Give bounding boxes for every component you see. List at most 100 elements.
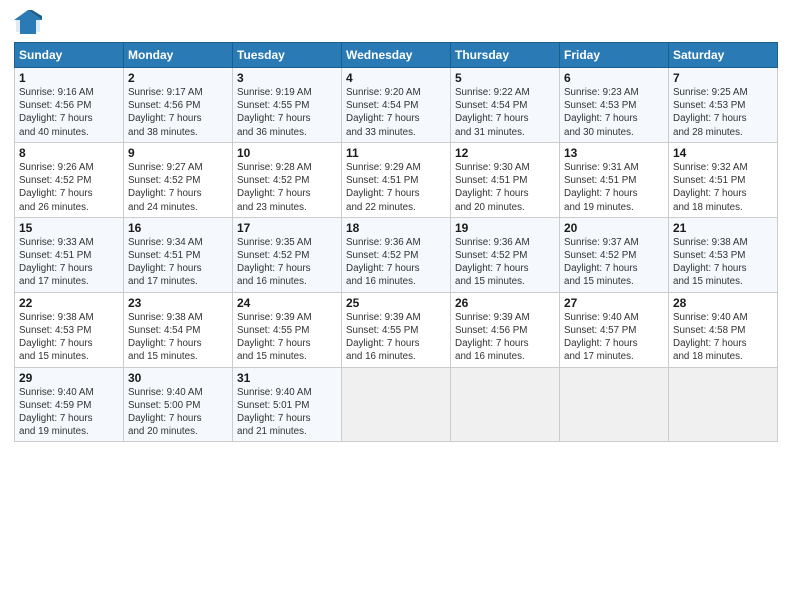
day-info: Sunrise: 9:35 AM Sunset: 4:52 PM Dayligh… bbox=[237, 236, 337, 289]
calendar-cell bbox=[669, 367, 778, 442]
day-number: 13 bbox=[564, 146, 664, 160]
day-number: 19 bbox=[455, 221, 555, 235]
day-number: 11 bbox=[346, 146, 446, 160]
day-info: Sunrise: 9:36 AM Sunset: 4:52 PM Dayligh… bbox=[455, 236, 555, 289]
calendar-cell: 3Sunrise: 9:19 AM Sunset: 4:55 PM Daylig… bbox=[233, 68, 342, 143]
calendar-cell: 22Sunrise: 9:38 AM Sunset: 4:53 PM Dayli… bbox=[15, 292, 124, 367]
calendar-cell: 12Sunrise: 9:30 AM Sunset: 4:51 PM Dayli… bbox=[451, 142, 560, 217]
day-number: 23 bbox=[128, 296, 228, 310]
day-info: Sunrise: 9:40 AM Sunset: 4:58 PM Dayligh… bbox=[673, 311, 773, 364]
day-info: Sunrise: 9:34 AM Sunset: 4:51 PM Dayligh… bbox=[128, 236, 228, 289]
day-info: Sunrise: 9:37 AM Sunset: 4:52 PM Dayligh… bbox=[564, 236, 664, 289]
day-info: Sunrise: 9:40 AM Sunset: 4:59 PM Dayligh… bbox=[19, 386, 119, 439]
calendar-cell: 20Sunrise: 9:37 AM Sunset: 4:52 PM Dayli… bbox=[560, 217, 669, 292]
day-info: Sunrise: 9:32 AM Sunset: 4:51 PM Dayligh… bbox=[673, 161, 773, 214]
calendar-cell: 4Sunrise: 9:20 AM Sunset: 4:54 PM Daylig… bbox=[342, 68, 451, 143]
calendar-header-tuesday: Tuesday bbox=[233, 43, 342, 68]
day-info: Sunrise: 9:33 AM Sunset: 4:51 PM Dayligh… bbox=[19, 236, 119, 289]
calendar-cell: 31Sunrise: 9:40 AM Sunset: 5:01 PM Dayli… bbox=[233, 367, 342, 442]
calendar-week-row: 8Sunrise: 9:26 AM Sunset: 4:52 PM Daylig… bbox=[15, 142, 778, 217]
day-info: Sunrise: 9:39 AM Sunset: 4:55 PM Dayligh… bbox=[237, 311, 337, 364]
day-info: Sunrise: 9:40 AM Sunset: 4:57 PM Dayligh… bbox=[564, 311, 664, 364]
day-number: 30 bbox=[128, 371, 228, 385]
day-number: 22 bbox=[19, 296, 119, 310]
calendar-cell: 21Sunrise: 9:38 AM Sunset: 4:53 PM Dayli… bbox=[669, 217, 778, 292]
day-number: 17 bbox=[237, 221, 337, 235]
calendar-cell: 6Sunrise: 9:23 AM Sunset: 4:53 PM Daylig… bbox=[560, 68, 669, 143]
calendar-cell bbox=[560, 367, 669, 442]
calendar-table: SundayMondayTuesdayWednesdayThursdayFrid… bbox=[14, 42, 778, 442]
calendar-cell: 2Sunrise: 9:17 AM Sunset: 4:56 PM Daylig… bbox=[124, 68, 233, 143]
day-info: Sunrise: 9:16 AM Sunset: 4:56 PM Dayligh… bbox=[19, 86, 119, 139]
calendar-cell: 14Sunrise: 9:32 AM Sunset: 4:51 PM Dayli… bbox=[669, 142, 778, 217]
day-info: Sunrise: 9:25 AM Sunset: 4:53 PM Dayligh… bbox=[673, 86, 773, 139]
calendar-cell: 29Sunrise: 9:40 AM Sunset: 4:59 PM Dayli… bbox=[15, 367, 124, 442]
day-number: 31 bbox=[237, 371, 337, 385]
calendar-cell bbox=[451, 367, 560, 442]
calendar-cell: 27Sunrise: 9:40 AM Sunset: 4:57 PM Dayli… bbox=[560, 292, 669, 367]
day-info: Sunrise: 9:27 AM Sunset: 4:52 PM Dayligh… bbox=[128, 161, 228, 214]
day-number: 12 bbox=[455, 146, 555, 160]
page: SundayMondayTuesdayWednesdayThursdayFrid… bbox=[0, 0, 792, 612]
day-info: Sunrise: 9:39 AM Sunset: 4:56 PM Dayligh… bbox=[455, 311, 555, 364]
day-number: 25 bbox=[346, 296, 446, 310]
calendar-header-thursday: Thursday bbox=[451, 43, 560, 68]
calendar-cell: 19Sunrise: 9:36 AM Sunset: 4:52 PM Dayli… bbox=[451, 217, 560, 292]
day-number: 20 bbox=[564, 221, 664, 235]
day-number: 28 bbox=[673, 296, 773, 310]
day-number: 7 bbox=[673, 71, 773, 85]
day-number: 15 bbox=[19, 221, 119, 235]
calendar-header-saturday: Saturday bbox=[669, 43, 778, 68]
calendar-cell: 25Sunrise: 9:39 AM Sunset: 4:55 PM Dayli… bbox=[342, 292, 451, 367]
day-number: 6 bbox=[564, 71, 664, 85]
calendar-week-row: 22Sunrise: 9:38 AM Sunset: 4:53 PM Dayli… bbox=[15, 292, 778, 367]
calendar-cell bbox=[342, 367, 451, 442]
day-info: Sunrise: 9:19 AM Sunset: 4:55 PM Dayligh… bbox=[237, 86, 337, 139]
day-info: Sunrise: 9:20 AM Sunset: 4:54 PM Dayligh… bbox=[346, 86, 446, 139]
day-number: 21 bbox=[673, 221, 773, 235]
day-info: Sunrise: 9:39 AM Sunset: 4:55 PM Dayligh… bbox=[346, 311, 446, 364]
calendar-header-wednesday: Wednesday bbox=[342, 43, 451, 68]
day-number: 24 bbox=[237, 296, 337, 310]
day-info: Sunrise: 9:38 AM Sunset: 4:53 PM Dayligh… bbox=[673, 236, 773, 289]
calendar-header-row: SundayMondayTuesdayWednesdayThursdayFrid… bbox=[15, 43, 778, 68]
day-info: Sunrise: 9:22 AM Sunset: 4:54 PM Dayligh… bbox=[455, 86, 555, 139]
calendar-cell: 9Sunrise: 9:27 AM Sunset: 4:52 PM Daylig… bbox=[124, 142, 233, 217]
logo bbox=[14, 10, 46, 34]
calendar-week-row: 1Sunrise: 9:16 AM Sunset: 4:56 PM Daylig… bbox=[15, 68, 778, 143]
calendar-cell: 11Sunrise: 9:29 AM Sunset: 4:51 PM Dayli… bbox=[342, 142, 451, 217]
day-info: Sunrise: 9:26 AM Sunset: 4:52 PM Dayligh… bbox=[19, 161, 119, 214]
calendar-cell: 5Sunrise: 9:22 AM Sunset: 4:54 PM Daylig… bbox=[451, 68, 560, 143]
day-number: 3 bbox=[237, 71, 337, 85]
calendar-week-row: 15Sunrise: 9:33 AM Sunset: 4:51 PM Dayli… bbox=[15, 217, 778, 292]
calendar-header-sunday: Sunday bbox=[15, 43, 124, 68]
day-info: Sunrise: 9:38 AM Sunset: 4:54 PM Dayligh… bbox=[128, 311, 228, 364]
calendar-cell: 13Sunrise: 9:31 AM Sunset: 4:51 PM Dayli… bbox=[560, 142, 669, 217]
calendar-cell: 28Sunrise: 9:40 AM Sunset: 4:58 PM Dayli… bbox=[669, 292, 778, 367]
day-number: 1 bbox=[19, 71, 119, 85]
calendar-cell: 15Sunrise: 9:33 AM Sunset: 4:51 PM Dayli… bbox=[15, 217, 124, 292]
day-info: Sunrise: 9:17 AM Sunset: 4:56 PM Dayligh… bbox=[128, 86, 228, 139]
logo-icon bbox=[14, 10, 42, 34]
calendar-cell: 18Sunrise: 9:36 AM Sunset: 4:52 PM Dayli… bbox=[342, 217, 451, 292]
day-info: Sunrise: 9:36 AM Sunset: 4:52 PM Dayligh… bbox=[346, 236, 446, 289]
calendar-header-monday: Monday bbox=[124, 43, 233, 68]
calendar-cell: 8Sunrise: 9:26 AM Sunset: 4:52 PM Daylig… bbox=[15, 142, 124, 217]
day-info: Sunrise: 9:29 AM Sunset: 4:51 PM Dayligh… bbox=[346, 161, 446, 214]
day-number: 14 bbox=[673, 146, 773, 160]
day-number: 4 bbox=[346, 71, 446, 85]
day-number: 2 bbox=[128, 71, 228, 85]
day-number: 10 bbox=[237, 146, 337, 160]
calendar-cell: 26Sunrise: 9:39 AM Sunset: 4:56 PM Dayli… bbox=[451, 292, 560, 367]
day-info: Sunrise: 9:28 AM Sunset: 4:52 PM Dayligh… bbox=[237, 161, 337, 214]
calendar-cell: 23Sunrise: 9:38 AM Sunset: 4:54 PM Dayli… bbox=[124, 292, 233, 367]
day-info: Sunrise: 9:40 AM Sunset: 5:00 PM Dayligh… bbox=[128, 386, 228, 439]
calendar-header-friday: Friday bbox=[560, 43, 669, 68]
calendar-cell: 17Sunrise: 9:35 AM Sunset: 4:52 PM Dayli… bbox=[233, 217, 342, 292]
day-number: 27 bbox=[564, 296, 664, 310]
day-number: 26 bbox=[455, 296, 555, 310]
day-number: 29 bbox=[19, 371, 119, 385]
day-info: Sunrise: 9:40 AM Sunset: 5:01 PM Dayligh… bbox=[237, 386, 337, 439]
calendar-cell: 24Sunrise: 9:39 AM Sunset: 4:55 PM Dayli… bbox=[233, 292, 342, 367]
day-info: Sunrise: 9:30 AM Sunset: 4:51 PM Dayligh… bbox=[455, 161, 555, 214]
